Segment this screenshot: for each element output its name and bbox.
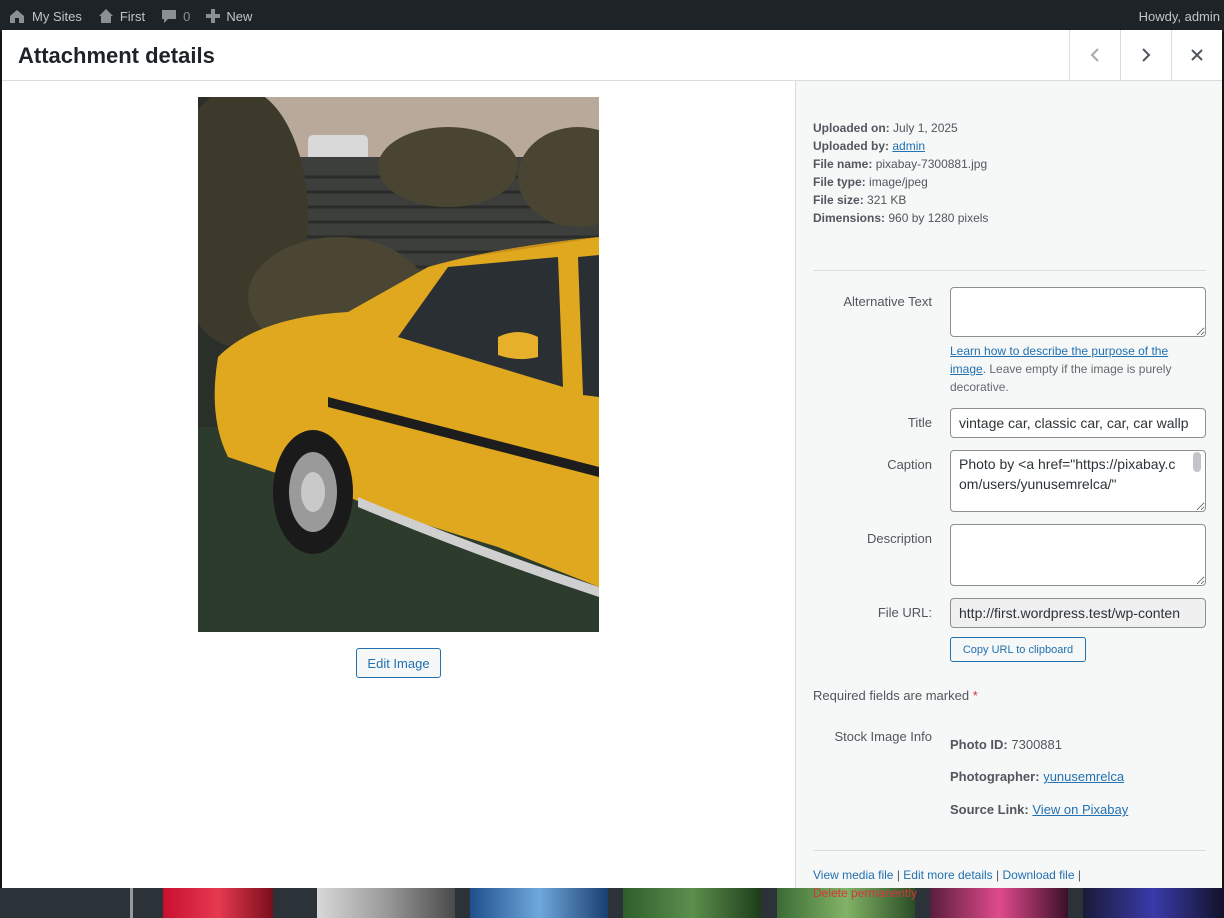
- chevron-right-icon: [1142, 48, 1151, 62]
- pixabay-link[interactable]: View on Pixabay: [1032, 802, 1128, 817]
- close-modal-button[interactable]: [1171, 30, 1222, 80]
- close-icon: [1191, 49, 1203, 61]
- uploaded-by-row: Uploaded by: admin: [813, 139, 926, 153]
- attachment-actions: View media file | Edit more details | Do…: [813, 868, 1081, 900]
- new-content-menu[interactable]: New: [198, 0, 260, 32]
- howdy-label: Howdy, admin: [1138, 8, 1220, 24]
- download-file-link[interactable]: Download file: [1002, 868, 1074, 882]
- comments-count: 0: [183, 8, 191, 24]
- required-star: *: [972, 688, 978, 703]
- photographer-row: Photographer: yunusemrelca: [950, 769, 1125, 784]
- my-sites-menu[interactable]: My Sites: [0, 0, 90, 32]
- new-label: New: [226, 8, 253, 24]
- divider: [813, 270, 1206, 271]
- attachment-preview: Edit Image: [2, 81, 796, 888]
- my-sites-label: My Sites: [32, 8, 82, 24]
- media-thumbnail[interactable]: [163, 888, 273, 918]
- uploaded-by-link[interactable]: admin: [892, 139, 925, 153]
- source-link-row: Source Link: View on Pixabay: [950, 802, 1129, 817]
- modal-header: Attachment details: [2, 30, 1222, 81]
- site-name-menu[interactable]: First: [90, 0, 153, 32]
- attachment-image: [198, 97, 599, 632]
- media-thumbnail[interactable]: [623, 888, 761, 918]
- site-name-label: First: [119, 8, 146, 24]
- my-sites-icon: [10, 10, 24, 23]
- photo-id-row: Photo ID: 7300881: [950, 737, 1063, 752]
- previous-attachment-button[interactable]: [1069, 30, 1120, 80]
- caption-field[interactable]: Photo by <a href="https://pixabay.com/us…: [950, 450, 1206, 512]
- view-media-file-link[interactable]: View media file: [813, 868, 893, 882]
- photographer-link[interactable]: yunusemrelca: [1043, 769, 1124, 784]
- account-menu[interactable]: Howdy, admin: [1131, 0, 1224, 32]
- dimensions-row: Dimensions: 960 by 1280 pixels: [813, 211, 989, 225]
- stock-image-info-label: Stock Image Info: [834, 729, 932, 744]
- admin-bar: My Sites First 0 New Howdy, admin: [0, 0, 1224, 32]
- caption-label: Caption: [887, 457, 932, 472]
- media-thumbnail[interactable]: [470, 888, 608, 918]
- next-attachment-button[interactable]: [1120, 30, 1171, 80]
- comment-icon: [162, 10, 177, 23]
- alt-text-field[interactable]: [950, 287, 1206, 337]
- media-thumbnail[interactable]: [130, 888, 133, 918]
- home-icon: [98, 9, 113, 23]
- uploaded-on-row: Uploaded on: July 1, 2025: [813, 121, 958, 135]
- attachment-details-modal: Attachment details Edit Image Uploaded o…: [2, 30, 1222, 900]
- alt-text-label: Alternative Text: [843, 294, 932, 309]
- delete-permanently-link[interactable]: Delete permanently: [813, 886, 917, 900]
- modal-title: Attachment details: [18, 43, 215, 68]
- copy-url-button[interactable]: Copy URL to clipboard: [950, 637, 1086, 662]
- file-name-row: File name: pixabay-7300881.jpg: [813, 157, 988, 171]
- description-field[interactable]: [950, 524, 1206, 586]
- file-type-row: File type: image/jpeg: [813, 175, 928, 189]
- chevron-left-icon: [1090, 48, 1099, 62]
- caption-scrollbar[interactable]: [1193, 452, 1201, 472]
- alt-text-help: Learn how to describe the purpose of the…: [950, 344, 1172, 394]
- comments-menu[interactable]: 0: [153, 0, 198, 32]
- media-thumbnail[interactable]: [317, 888, 455, 918]
- required-fields-note: Required fields are marked *: [813, 688, 978, 703]
- attachment-info-sidebar: Uploaded on: July 1, 2025 Uploaded by: a…: [795, 81, 1222, 900]
- edit-image-button[interactable]: Edit Image: [356, 648, 441, 678]
- file-url-field[interactable]: [950, 598, 1206, 628]
- title-label: Title: [907, 415, 932, 430]
- title-field[interactable]: [950, 408, 1206, 438]
- file-size-row: File size: 321 KB: [813, 193, 907, 207]
- divider: [813, 850, 1206, 851]
- edit-more-details-link[interactable]: Edit more details: [903, 868, 992, 882]
- plus-icon: [206, 9, 221, 23]
- file-url-label: File URL:: [877, 605, 932, 620]
- description-label: Description: [866, 531, 932, 546]
- file-details: Uploaded on: July 1, 2025 Uploaded by: a…: [813, 119, 988, 227]
